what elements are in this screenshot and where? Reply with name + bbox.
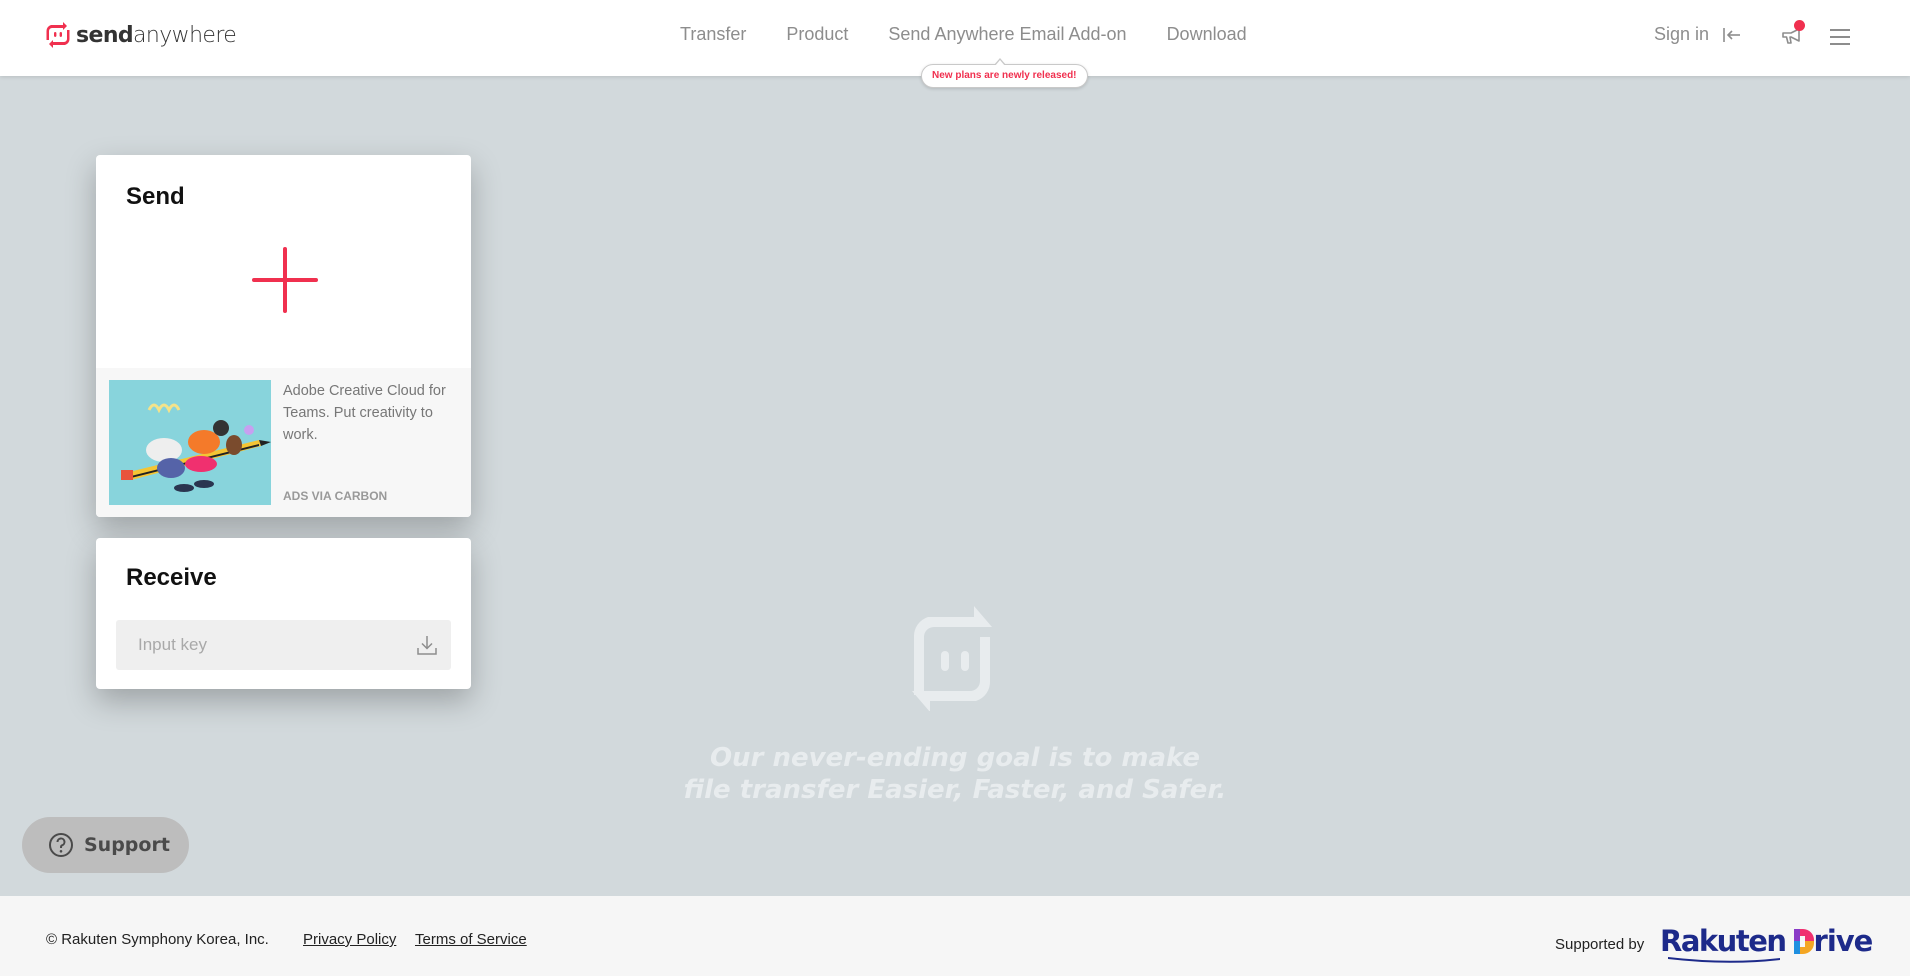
slogan-line-2: file transfer Easier, Faster, and Safer.: [683, 775, 1227, 805]
sendanywhere-logo-icon: [46, 22, 70, 48]
copyright: © Rakuten Symphony Korea, Inc.: [46, 931, 269, 948]
send-card: Send Adobe Creative Cloud for Teams. Put…: [96, 155, 471, 517]
slogan-line-1: Our never-ending goal is to make: [709, 743, 1201, 773]
drive-text: rive: [1813, 924, 1874, 958]
privacy-policy-link[interactable]: Privacy Policy: [303, 931, 396, 948]
notification-badge-dot: [1794, 20, 1805, 31]
drive-d-icon: [1793, 929, 1814, 954]
logo-wordmark: sendanywhere: [76, 22, 237, 48]
logo-text-bold: send: [76, 22, 134, 48]
rakuten-wordmark: Rakuten: [1660, 924, 1787, 963]
supported-by-label: Supported by: [1555, 936, 1645, 953]
sendanywhere-logo[interactable]: sendanywhere: [45, 21, 237, 49]
send-title: Send: [126, 183, 185, 210]
nav-product[interactable]: Product: [786, 24, 848, 45]
slogan: Our never-ending goal is to make file tr…: [555, 742, 1355, 806]
ad-text[interactable]: Adobe Creative Cloud for Teams. Put crea…: [283, 380, 463, 446]
ads-via-carbon-link[interactable]: ADS VIA CARBON: [283, 489, 387, 503]
terms-of-service-link[interactable]: Terms of Service: [415, 931, 527, 948]
nav-transfer[interactable]: Transfer: [680, 24, 746, 45]
rakuten-drive-logo[interactable]: Rakuten rive: [1660, 922, 1874, 963]
footer: © Rakuten Symphony Korea, Inc. Privacy P…: [0, 896, 1910, 976]
support-label: Support: [84, 834, 170, 856]
key-input[interactable]: [116, 620, 408, 670]
hamburger-menu-icon[interactable]: [1830, 29, 1850, 45]
main-nav: Transfer Product Send Anywhere Email Add…: [680, 24, 1247, 45]
rakuten-text: Rakuten: [1660, 924, 1787, 958]
logo-text-light: anywhere: [133, 22, 237, 48]
plus-icon[interactable]: [252, 247, 318, 313]
question-circle-icon: [49, 833, 73, 857]
receive-card: Receive: [96, 538, 471, 689]
nav-download[interactable]: Download: [1167, 24, 1247, 45]
support-button[interactable]: Support: [22, 817, 189, 873]
input-key-field: [116, 620, 451, 670]
ad-image[interactable]: [109, 380, 271, 505]
receive-title: Receive: [126, 564, 217, 591]
watermark-logo-icon: [912, 606, 992, 711]
download-icon[interactable]: [416, 634, 438, 656]
new-plans-tooltip[interactable]: New plans are newly released!: [921, 58, 1088, 88]
nav-email-addon[interactable]: Send Anywhere Email Add-on: [888, 24, 1126, 45]
carbon-ad: Adobe Creative Cloud for Teams. Put crea…: [96, 368, 471, 517]
sign-in-link[interactable]: Sign in: [1654, 24, 1709, 45]
rakuten-swoosh: [1668, 957, 1780, 963]
sign-in-arrow-icon[interactable]: [1722, 25, 1742, 45]
